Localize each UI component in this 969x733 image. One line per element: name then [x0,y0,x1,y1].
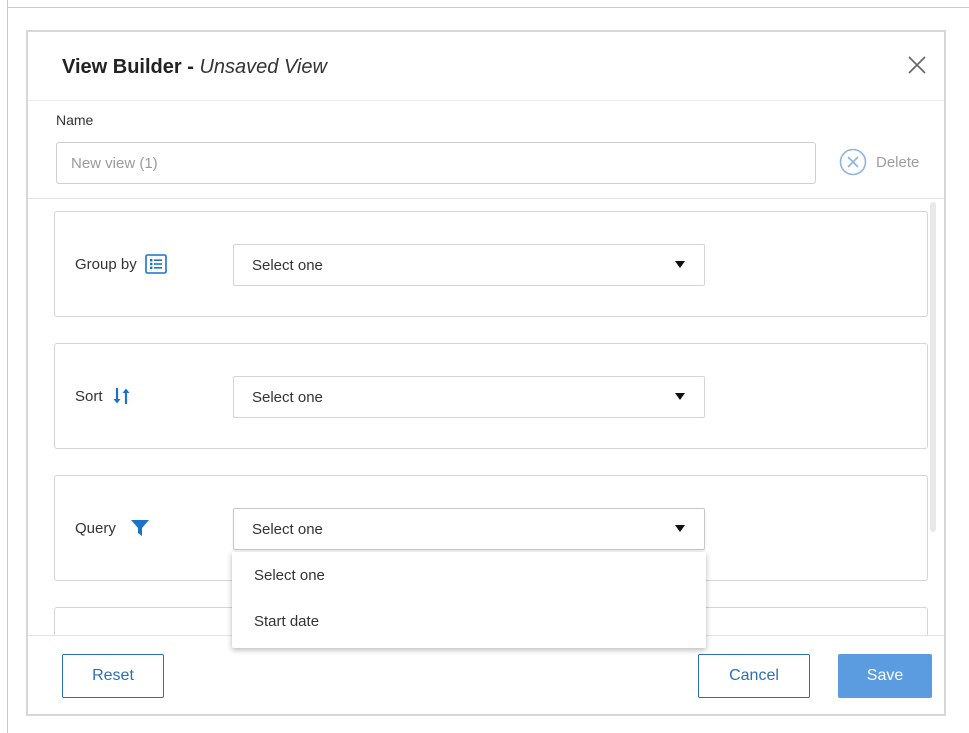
query-dropdown-menu: Select one Start date [232,552,706,648]
caret-down-icon [675,525,685,532]
vertical-scrollbar[interactable] [930,202,936,532]
caret-down-icon [675,261,685,268]
group-by-label-wrap: Group by [75,212,167,316]
page-border-left [7,0,8,733]
close-icon [908,56,926,74]
save-button[interactable]: Save [838,654,932,698]
header-divider [28,100,944,101]
group-by-card: Group by Select one [54,211,928,317]
query-label-wrap: Query [75,476,150,580]
group-by-select[interactable]: Select one [233,244,705,286]
sort-arrows-icon [111,385,133,407]
sort-select-value: Select one [252,388,323,406]
view-builder-dialog: View Builder - Unsaved View Name Delete … [26,30,946,716]
filter-icon [130,519,150,537]
group-by-label: Group by [75,255,137,273]
close-button[interactable] [906,54,928,76]
sort-card: Sort Select one [54,343,928,449]
dropdown-option[interactable]: Start date [232,598,706,644]
dialog-title-main: View Builder - [62,56,200,78]
caret-down-icon [675,393,685,400]
delete-label: Delete [876,153,920,171]
group-by-select-value: Select one [252,256,323,274]
delete-button[interactable]: Delete [838,147,919,177]
query-label: Query [75,519,116,537]
query-select[interactable]: Select one [233,508,705,550]
name-input[interactable] [56,142,816,184]
sort-label: Sort [75,387,103,405]
dialog-title-view-name: Unsaved View [199,56,327,78]
circle-x-icon [839,148,867,176]
dialog-header: View Builder - Unsaved View [28,32,944,100]
dropdown-option[interactable]: Select one [232,552,706,598]
sort-select[interactable]: Select one [233,376,705,418]
query-select-value: Select one [252,520,323,538]
dialog-title: View Builder - Unsaved View [62,56,327,79]
sort-label-wrap: Sort [75,344,133,448]
cancel-button[interactable]: Cancel [698,654,810,698]
page-border-top [7,7,969,8]
name-label: Name [56,112,94,128]
list-icon [144,254,167,274]
reset-button[interactable]: Reset [62,654,164,698]
